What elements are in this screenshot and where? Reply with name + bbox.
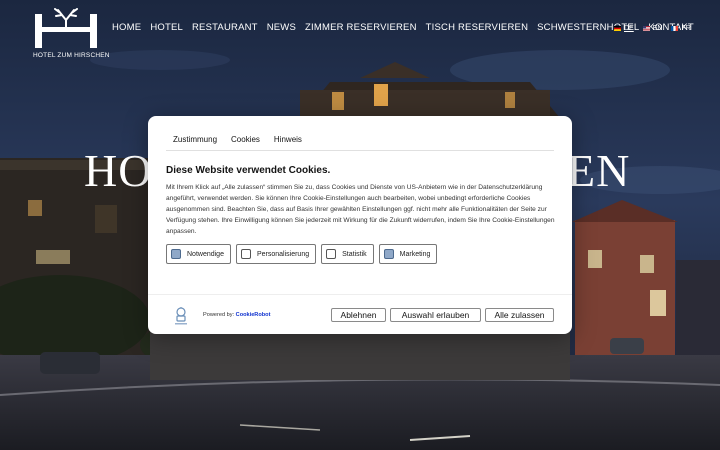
checkbox-personalisierung[interactable]: Personalisierung	[235, 244, 317, 264]
french-flag-icon	[671, 26, 679, 31]
hero-title-end: EN	[567, 145, 631, 196]
checkbox-notwendige[interactable]: Notwendige	[166, 244, 231, 264]
nav-restaurant[interactable]: RESTAURANT	[192, 22, 258, 33]
dialog-title: Diese Website verwendet Cookies.	[166, 165, 331, 176]
cookie-consent-dialog: Zustimmung Cookies Hinweis Diese Website…	[148, 116, 572, 334]
nav-zimmer-reservieren[interactable]: ZIMMER RESERVIEREN	[305, 22, 417, 33]
allow-selection-button[interactable]: Auswahl erlauben	[390, 308, 481, 322]
checkbox-personalisierung-box[interactable]	[240, 249, 251, 259]
dialog-body-text: Mit Ihrem Klick auf „Alle zulassen“ stim…	[166, 184, 555, 235]
powered-by-text: Powered by: CookieRobot	[203, 312, 270, 318]
language-switcher: DE EN FR	[614, 25, 691, 32]
tab-divider	[166, 150, 554, 151]
language-fr-label: FR	[681, 25, 691, 32]
checkbox-statistik[interactable]: Statistik	[321, 244, 374, 264]
language-en[interactable]: EN	[642, 25, 663, 32]
checkbox-notwendige-box[interactable]	[171, 249, 181, 259]
nav-news[interactable]: NEWS	[267, 22, 296, 33]
antler-h-logo-icon	[35, 8, 97, 48]
tab-cookies[interactable]: Cookies	[228, 133, 263, 151]
dialog-footer-divider	[148, 294, 572, 295]
language-de-label: DE	[624, 25, 634, 32]
cookierobot-logo-icon	[175, 307, 187, 325]
dialog-tabs: Zustimmung Cookies Hinweis	[170, 133, 305, 151]
powered-by-prefix: Powered by:	[203, 312, 236, 318]
tab-hinweis[interactable]: Hinweis	[270, 133, 305, 151]
language-de[interactable]: DE	[614, 25, 634, 32]
checkbox-marketing-label: Marketing	[399, 250, 431, 258]
checkbox-statistik-box[interactable]	[326, 249, 337, 259]
checkbox-statistik-label: Statistik	[342, 250, 367, 258]
hotel-logo[interactable]: HOTEL ZUM HIRSCHEN	[33, 8, 109, 59]
logo-text: HOTEL ZUM HIRSCHEN	[33, 52, 110, 59]
checkbox-personalisierung-label: Personalisierung	[256, 250, 310, 258]
nav-hotel[interactable]: HOTEL	[150, 22, 183, 33]
cookierobot-link[interactable]: CookieRobot	[236, 312, 271, 318]
language-fr[interactable]: FR	[671, 25, 691, 32]
checkbox-notwendige-label: Notwendige	[187, 250, 224, 258]
tab-zustimmung[interactable]: Zustimmung	[170, 133, 221, 151]
hero-title-start: HO	[84, 145, 153, 196]
checkbox-marketing-box[interactable]	[383, 249, 394, 259]
german-flag-icon	[614, 26, 621, 31]
decline-button[interactable]: Ablehnen	[331, 308, 386, 322]
language-en-label: EN	[652, 25, 663, 32]
allow-all-button[interactable]: Alle zulassen	[485, 308, 554, 322]
nav-home[interactable]: HOME	[112, 22, 141, 33]
us-flag-icon	[642, 26, 650, 31]
checkbox-marketing[interactable]: Marketing	[378, 244, 438, 264]
nav-tisch-reservieren[interactable]: TISCH RESERVIEREN	[426, 22, 528, 33]
consent-checkboxes: Notwendige Personalisierung Statistik Ma…	[166, 244, 438, 264]
